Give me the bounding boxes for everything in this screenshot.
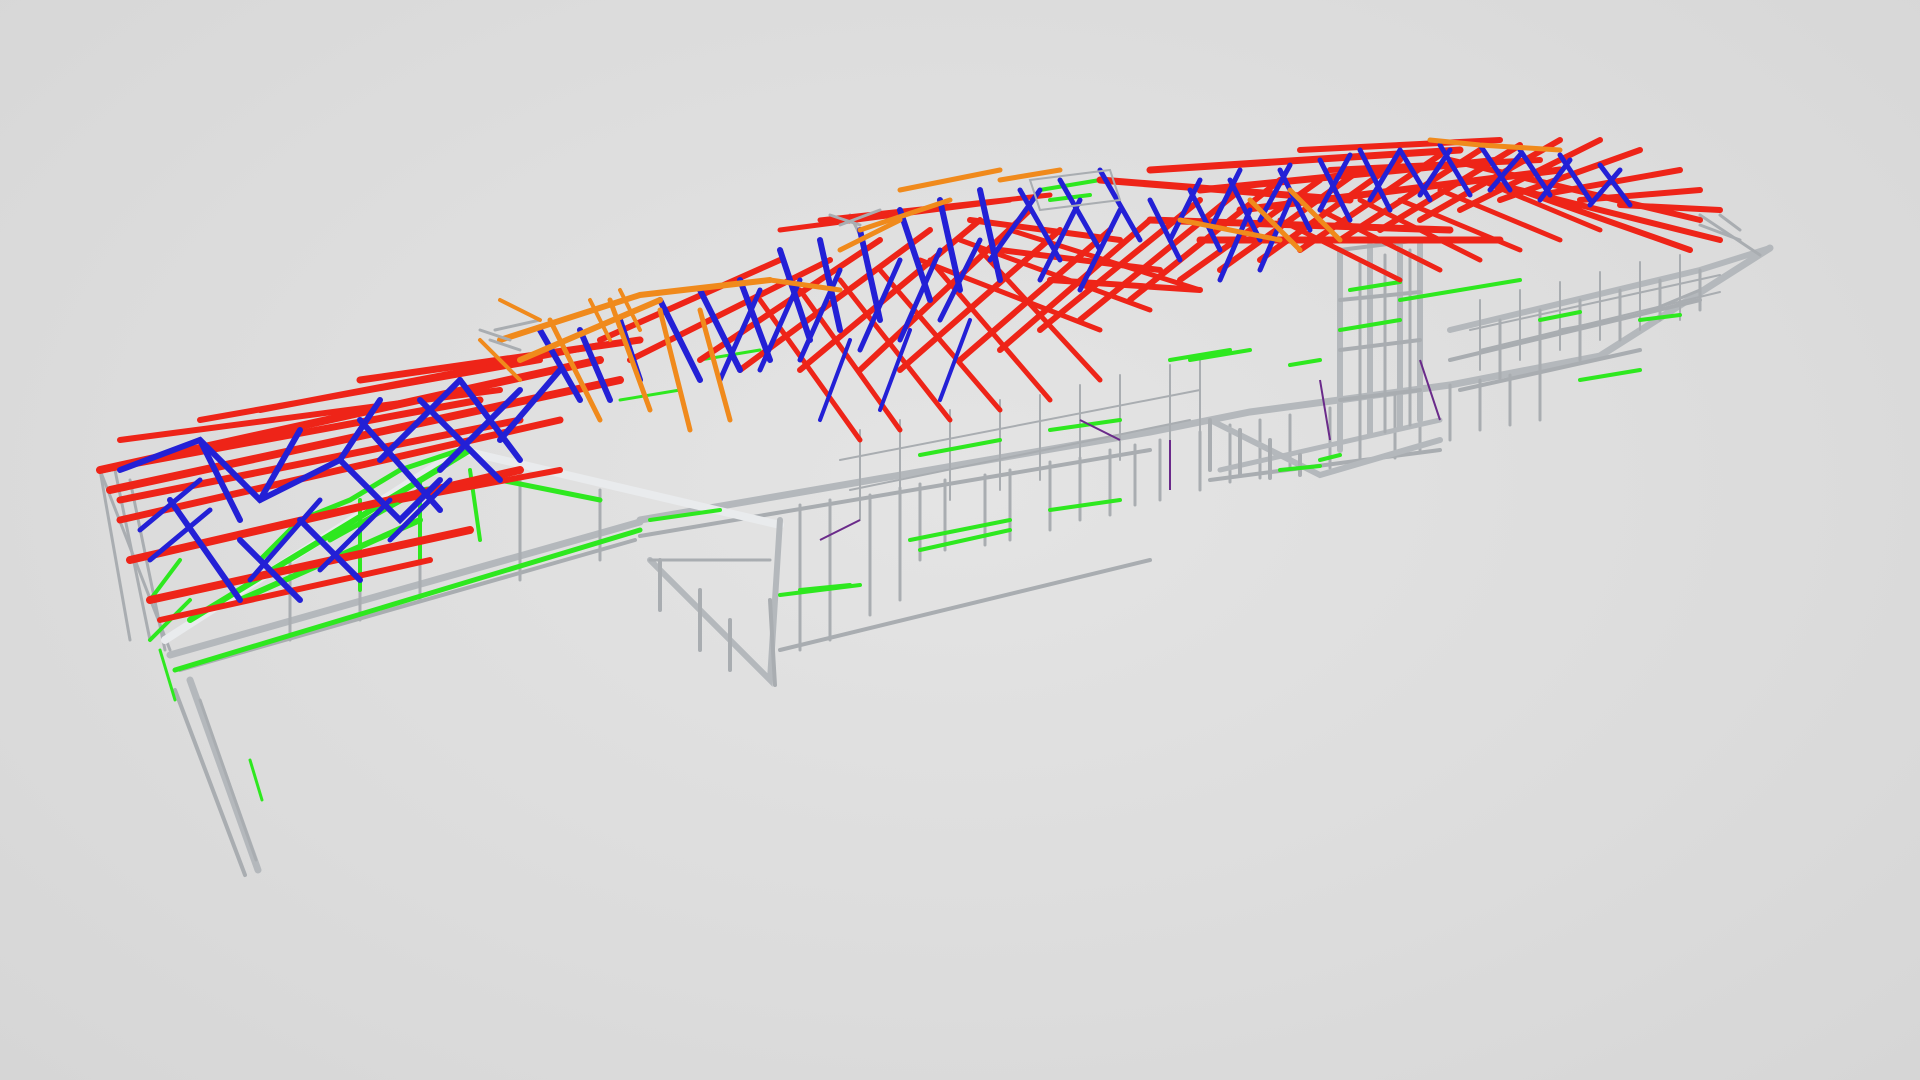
bracing [819, 359, 1441, 541]
steel-frame-model[interactable] [0, 0, 1920, 1080]
3d-viewport[interactable] [0, 0, 1920, 1080]
